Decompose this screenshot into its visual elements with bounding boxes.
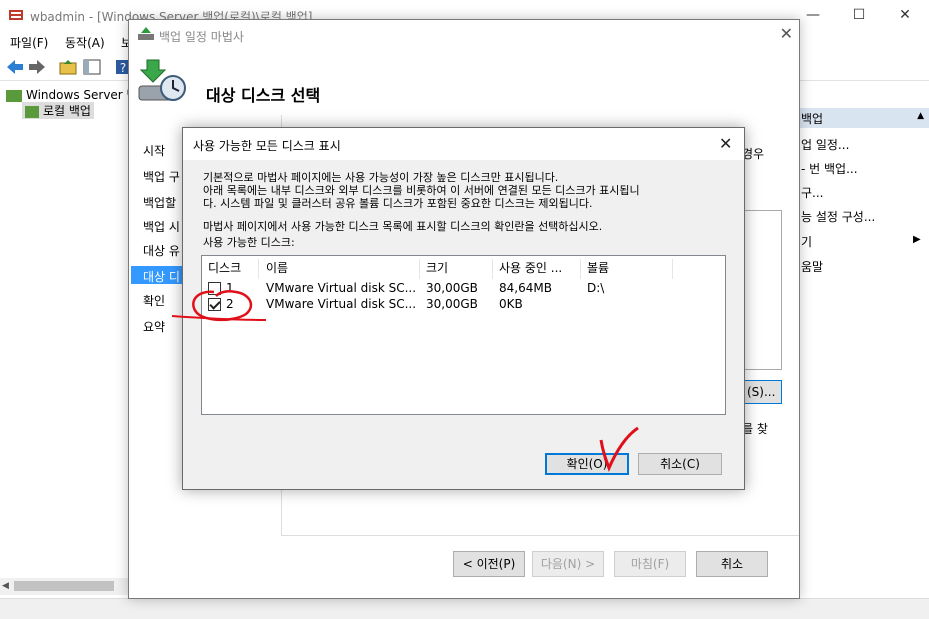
step-backup-config[interactable]: 백업 구 <box>143 168 180 185</box>
disk-volume: D:\ <box>587 281 605 295</box>
dialog-close-icon[interactable]: ✕ <box>719 134 732 153</box>
maximize-button[interactable]: ☐ <box>836 0 882 30</box>
previous-button[interactable]: < 이전(P) <box>453 551 525 577</box>
step-backup-time[interactable]: 백업 시 <box>143 218 180 235</box>
ok-button[interactable]: 확인(O) <box>545 453 629 475</box>
content-help-fragment: 를 찾 <box>742 422 768 436</box>
collapse-up-icon[interactable]: ▲ <box>917 111 924 121</box>
server-backup-app-icon <box>9 10 23 20</box>
disk-2-checkbox[interactable] <box>208 298 221 311</box>
action-configure-performance[interactable]: 능 설정 구성... <box>801 208 875 225</box>
disk-size: 30,00GB <box>426 281 478 295</box>
local-backup-icon <box>25 105 39 118</box>
dialog-cancel-button[interactable]: 취소(C) <box>638 453 722 475</box>
show-hide-tree-icon[interactable] <box>82 57 102 77</box>
scroll-left-icon[interactable]: ◀ <box>2 581 9 591</box>
col-header-name[interactable]: 이름 <box>260 259 420 279</box>
tree-horizontal-scrollbar[interactable]: ◀ <box>0 578 130 595</box>
dialog-title: 사용 가능한 모든 디스크 표시 <box>193 139 341 153</box>
col-header-volume[interactable]: 볼륨 <box>581 259 673 279</box>
col-header-disk[interactable]: 디스크 <box>202 259 259 279</box>
folder-up-icon[interactable] <box>58 57 78 77</box>
next-button[interactable]: 다음(N) > <box>532 551 604 577</box>
tree-local-backup-item[interactable]: 로컬 백업 <box>22 102 94 119</box>
step-destination-type[interactable]: 대상 유 <box>143 242 180 259</box>
dialog-title-bar: 사용 가능한 모든 디스크 표시 ✕ <box>183 128 744 160</box>
disk-name: VMware Virtual disk SC... <box>266 281 417 295</box>
forward-arrow-icon[interactable] <box>27 57 47 77</box>
action-view[interactable]: 기 <box>801 233 812 250</box>
svg-text:?: ? <box>120 61 126 75</box>
menu-action[interactable]: 동작(A) <box>65 34 105 51</box>
console-tree: Windows Server 백 로컬 백업 <box>0 82 138 572</box>
tree-root-item[interactable]: Windows Server 백 <box>6 86 138 103</box>
content-text-fragment: 경우 <box>742 147 765 161</box>
wizard-page-title: 대상 디스크 선택 <box>206 86 321 105</box>
available-disks-label: 사용 가능한 디스크: <box>203 236 295 249</box>
disk-name: VMware Virtual disk SC... <box>266 297 417 311</box>
table-row[interactable]: 1 VMware Virtual disk SC... 30,00GB 84,6… <box>202 281 725 297</box>
action-recover[interactable]: 구... <box>801 184 823 201</box>
action-schedule[interactable]: 업 일정... <box>801 136 849 153</box>
action-help[interactable]: 움말 <box>801 258 823 275</box>
finish-button[interactable]: 마침(F) <box>614 551 686 577</box>
submenu-arrow-icon: ▶ <box>913 234 921 245</box>
step-summary[interactable]: 요약 <box>143 318 165 335</box>
instruction-text: 마법사 페이지에서 사용 가능한 디스크 목록에 표시할 디스크의 확인란을 선… <box>203 220 603 233</box>
disk-number: 1 <box>226 281 234 295</box>
disk-used: 0KB <box>499 297 523 311</box>
wizard-separator <box>281 535 799 536</box>
menu-file[interactable]: 파일(F) <box>10 34 48 51</box>
disk-number: 2 <box>226 297 234 311</box>
actions-header[interactable]: 백업 ▲ <box>799 108 929 128</box>
table-row[interactable]: 2 VMware Virtual disk SC... 30,00GB 0KB <box>202 297 725 313</box>
wizard-cancel-button[interactable]: 취소 <box>696 551 768 577</box>
status-bar <box>0 598 929 619</box>
wizard-title: 백업 일정 마법사 <box>159 30 244 44</box>
action-backup-once[interactable]: - 번 백업... <box>801 160 858 177</box>
step-select-items[interactable]: 백업할 <box>143 194 176 211</box>
actions-header-label: 백업 <box>801 112 824 126</box>
back-arrow-icon[interactable] <box>5 57 25 77</box>
tree-child-label: 로컬 백업 <box>43 104 91 118</box>
actions-pane: 백업 ▲ 업 일정... - 번 백업... 구... 능 설정 구성... 기… <box>798 82 929 602</box>
wizard-close-button[interactable]: ✕ <box>780 24 793 43</box>
scroll-thumb[interactable] <box>14 581 114 591</box>
server-backup-icon <box>6 89 22 102</box>
step-getting-started[interactable]: 시작 <box>143 142 165 159</box>
show-all-disks-dialog: 사용 가능한 모든 디스크 표시 ✕ 기본적으로 마법사 페이지에는 사용 가능… <box>182 127 745 490</box>
tree-root-label: Windows Server 백 <box>26 88 138 102</box>
disk-size: 30,00GB <box>426 297 478 311</box>
description-line-3: 다. 시스템 파일 및 클러스터 공유 볼륨 디스크가 포함된 중요한 디스크는… <box>203 197 593 210</box>
description-line-1: 기본적으로 마법사 페이지에는 사용 가능성이 가장 높은 디스크만 표시됩니다… <box>203 171 559 184</box>
close-button[interactable]: ✕ <box>882 0 928 30</box>
backup-disk-clock-icon <box>138 59 186 101</box>
show-all-disks-button[interactable]: (S)... <box>742 380 782 404</box>
wizard-title-icon <box>138 27 154 40</box>
description-line-2: 아래 목록에는 내부 디스크와 외부 디스크를 비롯하여 이 서버에 연결된 모… <box>203 184 640 197</box>
col-header-size[interactable]: 크기 <box>420 259 493 279</box>
step-confirmation[interactable]: 확인 <box>143 292 165 309</box>
disk-used: 84,64MB <box>499 281 552 295</box>
disk-1-checkbox[interactable] <box>208 282 221 295</box>
disk-table: 디스크 이름 크기 사용 중인 ... 볼륨 1 VMware Virtual … <box>201 255 726 415</box>
col-header-used[interactable]: 사용 중인 ... <box>493 259 581 279</box>
